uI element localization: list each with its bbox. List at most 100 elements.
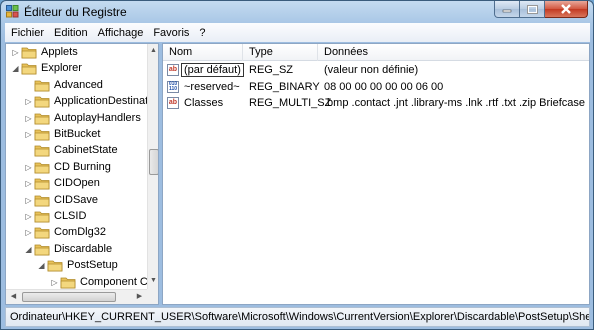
expand-icon[interactable]: ▷ — [24, 114, 33, 123]
collapse-icon[interactable]: ◢ — [11, 64, 20, 73]
folder-icon — [34, 80, 50, 92]
minimize-icon — [502, 9, 512, 13]
folder-icon — [21, 47, 37, 59]
folder-icon — [34, 195, 50, 206]
maximize-icon — [526, 4, 538, 14]
tree-item[interactable]: ◢ Discardable — [6, 242, 147, 258]
tree-item-label: PostSetup — [67, 259, 118, 272]
values-list-pane[interactable]: Nom Type Données ab (par défaut) REG_SZ … — [162, 43, 590, 305]
list-header: Nom Type Données — [163, 44, 589, 61]
key-tree-pane[interactable]: ▷ Applets ◢ Explorer Advanced ▷ ApplicationDes… — [5, 43, 159, 305]
value-name: Classes — [184, 97, 224, 109]
tree-item[interactable]: ▷ Applets — [6, 45, 147, 61]
tree-item[interactable]: ▷ CD Burning — [6, 160, 147, 176]
folder-icon — [34, 227, 50, 239]
folder-icon — [34, 162, 50, 174]
tree-item-label: Applets — [41, 46, 78, 58]
value-type: REG_BINARY — [249, 81, 320, 93]
menu-affichage[interactable]: Affichage — [94, 27, 148, 39]
tree-item[interactable]: ◢ Explorer — [6, 61, 147, 77]
tree-item-label: ApplicationDestinati — [54, 95, 151, 108]
menu-help[interactable]: ? — [195, 27, 209, 39]
minimize-button[interactable] — [494, 1, 520, 18]
tree-item[interactable]: CabinetState — [6, 143, 147, 159]
tree-item-label: CIDOpen — [54, 177, 100, 190]
column-divider[interactable] — [242, 44, 243, 61]
expand-icon[interactable]: ▷ — [24, 179, 33, 188]
menu-fichier[interactable]: Fichier — [7, 27, 48, 39]
column-divider[interactable] — [317, 44, 318, 61]
column-header-name[interactable]: Nom — [165, 46, 192, 60]
tree-item[interactable]: ▷ BitBucket — [6, 127, 147, 143]
value-name[interactable]: (par défaut) — [181, 63, 244, 77]
column-header-type[interactable]: Type — [245, 46, 273, 60]
folder-icon — [34, 113, 50, 124]
scroll-left-icon[interactable]: ◀ — [8, 292, 19, 302]
list-row[interactable]: 010 110 ~reserved~ REG_BINARY 08 00 00 0… — [163, 79, 589, 96]
tree-horizontal-scrollbar[interactable]: ◀ ▶ — [6, 289, 147, 304]
expand-icon[interactable]: ▷ — [50, 278, 59, 287]
scroll-right-icon[interactable]: ▶ — [134, 292, 145, 302]
tree-item-label: Advanced — [54, 78, 103, 91]
tree-vscroll-thumb[interactable] — [149, 149, 158, 175]
folder-icon — [34, 129, 50, 141]
tree-item[interactable]: ▷ CIDOpen — [6, 176, 147, 192]
menu-edition[interactable]: Edition — [50, 27, 92, 39]
key-path: Ordinateur\HKEY_CURRENT_USER\Software\Mi… — [10, 311, 590, 323]
window-title: Éditeur du Registre — [24, 5, 127, 19]
expand-icon[interactable]: ▷ — [11, 48, 20, 57]
folder-icon — [34, 244, 50, 256]
tree-item[interactable]: Advanced — [6, 78, 147, 94]
expand-icon — [24, 81, 33, 90]
column-header-data[interactable]: Données — [320, 46, 368, 60]
tree-item[interactable]: ▷ CLSID — [6, 209, 147, 225]
registry-app-icon — [6, 5, 19, 18]
list-row[interactable]: ab (par défaut) REG_SZ (valeur non défin… — [163, 62, 589, 79]
expand-icon[interactable]: ▷ — [24, 130, 33, 139]
tree-item-label: BitBucket — [54, 128, 101, 140]
folder-icon — [34, 96, 50, 108]
expand-icon[interactable]: ▷ — [24, 212, 33, 221]
string-value-icon: ab — [167, 97, 179, 109]
tree-item-label: CD Burning — [54, 160, 111, 173]
tree-item[interactable]: ▷ CIDSave — [6, 193, 147, 209]
expand-icon[interactable]: ▷ — [24, 97, 33, 106]
status-bar: Ordinateur\HKEY_CURRENT_USER\Software\Mi… — [5, 307, 590, 327]
scroll-corner — [147, 289, 158, 304]
folder-icon — [34, 178, 50, 190]
tree-item[interactable]: ▷ ApplicationDestinati — [6, 94, 151, 110]
value-type: REG_MULTI_SZ — [249, 97, 332, 109]
menu-bar: Fichier Edition Affichage Favoris ? — [5, 23, 590, 42]
list-row[interactable]: ab Classes REG_MULTI_SZ .bmp .contact .j… — [163, 95, 589, 112]
tree-item-label: CabinetState — [54, 144, 118, 157]
value-type: REG_SZ — [249, 64, 294, 76]
folder-icon — [21, 63, 37, 75]
folder-icon — [47, 260, 63, 272]
expand-icon — [24, 146, 33, 155]
tree-item[interactable]: ▷ ComDlg32 — [6, 225, 147, 241]
folder-icon — [60, 277, 76, 288]
expand-icon[interactable]: ▷ — [24, 196, 33, 205]
close-icon — [561, 4, 571, 14]
tree-item[interactable]: ▷ AutoplayHandlers — [6, 111, 147, 127]
tree-item[interactable]: ◢ PostSetup — [6, 258, 147, 274]
tree-item-label: Explorer — [41, 62, 82, 75]
tree-vertical-scrollbar[interactable]: ▲ ▼ — [147, 44, 158, 289]
tree-item-label: ComDlg32 — [54, 226, 106, 239]
maximize-button[interactable] — [520, 1, 545, 18]
tree-item-label: CLSID — [54, 210, 87, 222]
value-data: .bmp .contact .jnt .library-ms .lnk .rtf… — [324, 97, 590, 109]
expand-icon[interactable]: ▷ — [24, 163, 33, 172]
scroll-down-icon[interactable]: ▼ — [148, 276, 158, 286]
expand-icon[interactable]: ▷ — [24, 228, 33, 237]
title-bar[interactable]: Éditeur du Registre — [1, 1, 593, 22]
collapse-icon[interactable]: ◢ — [37, 261, 46, 270]
menu-favoris[interactable]: Favoris — [149, 27, 193, 39]
scroll-up-icon[interactable]: ▲ — [148, 46, 158, 56]
close-button[interactable] — [545, 1, 588, 18]
value-data: 08 00 00 00 00 00 06 00 — [324, 81, 444, 93]
collapse-icon[interactable]: ◢ — [24, 245, 33, 254]
tree-item-label: Discardable — [54, 242, 113, 255]
registry-editor-window: Éditeur du Registre Fichier Edition Affi… — [0, 0, 594, 330]
tree-hscroll-thumb[interactable] — [22, 292, 116, 302]
